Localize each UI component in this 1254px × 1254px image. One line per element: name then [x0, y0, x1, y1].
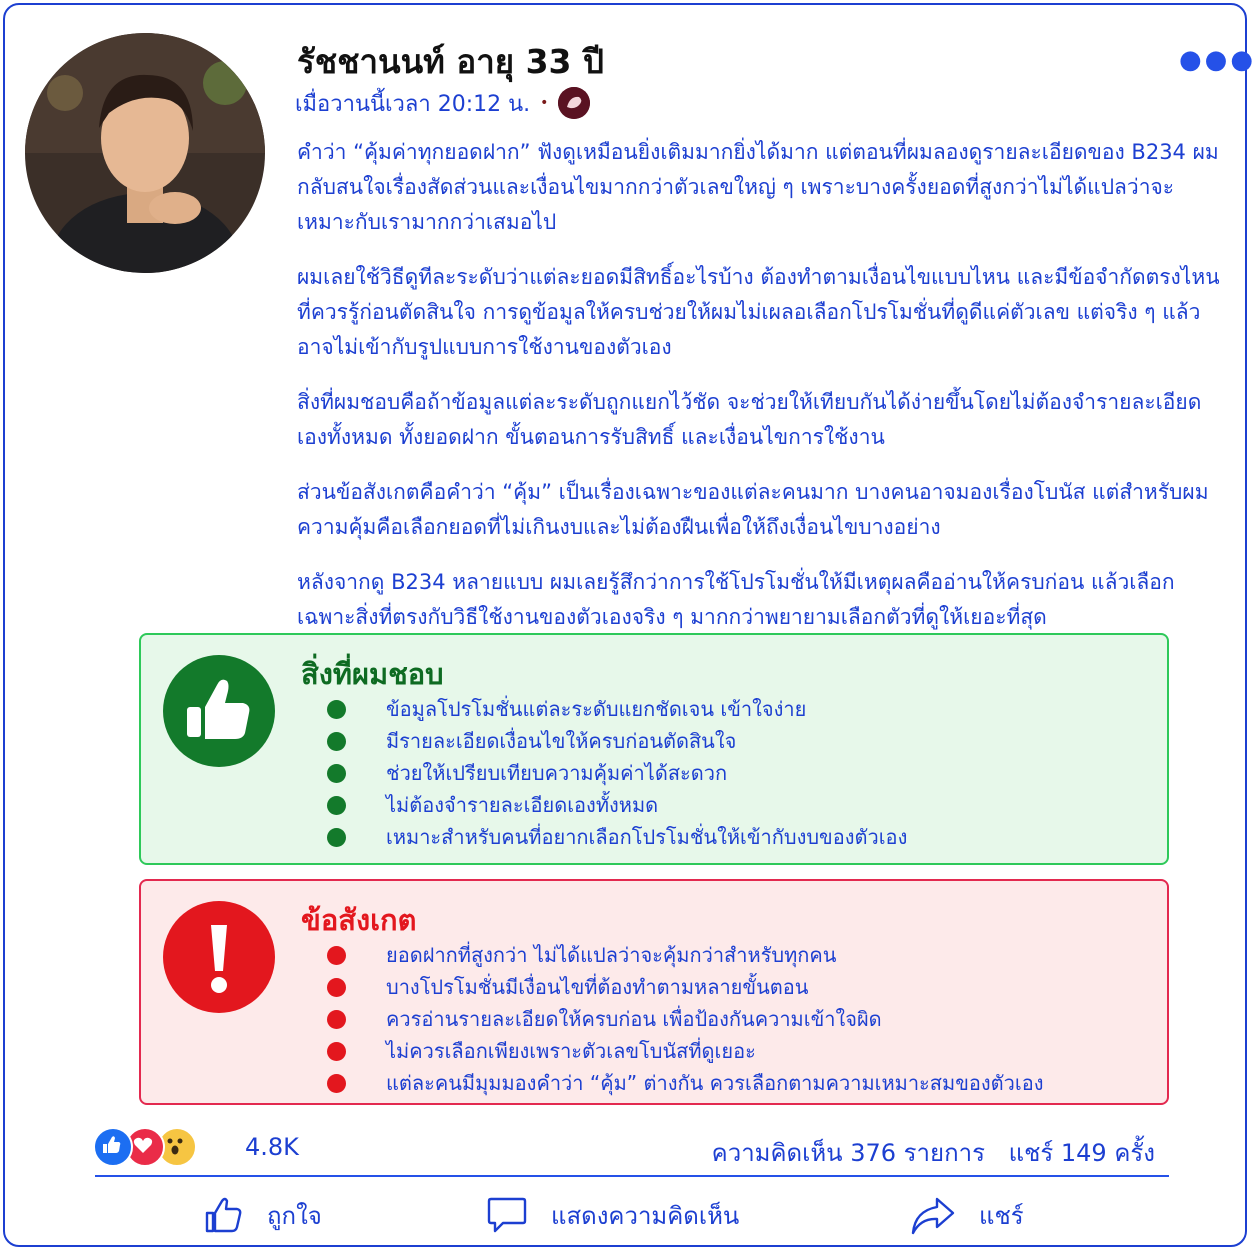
comment-label: แสดงความคิดเห็น — [551, 1201, 740, 1230]
post-body: คำว่า “คุ้มค่าทุกยอดฝาก” ฟังดูเหมือนยิ่ง… — [297, 135, 1225, 655]
comment-count[interactable]: ความคิดเห็น 376 รายการ — [712, 1139, 985, 1167]
exclamation-icon — [163, 901, 275, 1013]
red-bullet-icon — [327, 977, 346, 997]
likes-box-title: สิ่งที่ผมชอบ — [301, 657, 444, 691]
list-item: ไม่ต้องจำรายละเอียดเองทั้งหมด — [327, 789, 907, 821]
list-item: ควรอ่านรายละเอียดให้ครบก่อน เพื่อป้องกัน… — [327, 1003, 1043, 1035]
likes-list: ข้อมูลโปรโมชั่นแต่ละระดับแยกชัดเจน เข้าใ… — [327, 693, 907, 853]
notes-box-title: ข้อสังเกต — [301, 903, 417, 937]
post-paragraph: ส่วนข้อสังเกตคือคำว่า “คุ้ม” เป็นเรื่องเ… — [297, 480, 1209, 539]
list-item-text: ยอดฝากที่สูงกว่า ไม่ได้แปลว่าจะคุ้มกว่าส… — [386, 943, 837, 967]
list-item-text: มีรายละเอียดเงื่อนไขให้ครบก่อนตัดสินใจ — [386, 729, 737, 753]
list-item: ช่วยให้เปรียบเทียบความคุ้มค่าได้สะดวก — [327, 757, 907, 789]
share-count[interactable]: แชร์ 149 ครั้ง — [1009, 1139, 1155, 1167]
comment-button[interactable]: แสดงความคิดเห็น — [485, 1193, 739, 1237]
post-stats: ความคิดเห็น 376 รายการ แชร์ 149 ครั้ง — [696, 1133, 1155, 1172]
notes-list: ยอดฝากที่สูงกว่า ไม่ได้แปลว่าจะคุ้มกว่าส… — [327, 939, 1043, 1099]
likes-box: สิ่งที่ผมชอบ ข้อมูลโปรโมชั่นแต่ละระดับแย… — [139, 633, 1169, 865]
check-bullet-icon — [327, 731, 346, 751]
share-button[interactable]: แชร์ — [909, 1193, 1024, 1237]
thumbs-up-icon — [205, 1197, 242, 1233]
divider — [95, 1175, 1169, 1177]
author-name[interactable]: รัชชานนท์ อายุ 33 ปี — [297, 35, 604, 88]
share-label: แชร์ — [979, 1201, 1024, 1230]
thumbs-up-icon — [163, 655, 275, 767]
list-item: บางโปรโมชั่นมีเงื่อนไขที่ต้องทำตามหลายขั… — [327, 971, 1043, 1003]
meta-separator: • — [540, 95, 549, 111]
list-item-text: ช่วยให้เปรียบเทียบความคุ้มค่าได้สะดวก — [386, 761, 728, 785]
share-icon — [911, 1197, 955, 1235]
comment-icon — [487, 1197, 527, 1233]
check-bullet-icon — [327, 763, 346, 783]
list-item: ไม่ควรเลือกเพียงเพราะตัวเลขโบนัสที่ดูเยอ… — [327, 1035, 1043, 1067]
check-bullet-icon — [327, 699, 346, 719]
list-item-text: เหมาะสำหรับคนที่อยากเลือกโปรโมชั่นให้เข้… — [386, 825, 908, 849]
like-reaction-icon — [93, 1127, 133, 1167]
list-item-text: ควรอ่านรายละเอียดให้ครบก่อน เพื่อป้องกัน… — [386, 1007, 882, 1031]
list-item-text: บางโปรโมชั่นมีเงื่อนไขที่ต้องทำตามหลายขั… — [386, 975, 809, 999]
avatar[interactable] — [25, 33, 265, 273]
list-item: แต่ละคนมีมุมมองคำว่า “คุ้ม” ต่างกัน ควรเ… — [327, 1067, 1043, 1099]
post-timestamp[interactable]: เมื่อวานนี้เวลา 20:12 น. — [295, 86, 530, 121]
post-meta: เมื่อวานนี้เวลา 20:12 น. • — [295, 86, 591, 121]
notes-box: ข้อสังเกต ยอดฝากที่สูงกว่า ไม่ได้แปลว่าจ… — [139, 879, 1169, 1105]
reaction-count[interactable]: 4.8K — [245, 1133, 299, 1161]
post-paragraph: หลังจากดู B234 หลายแบบ ผมเลยรู้สึกว่าการ… — [297, 570, 1175, 629]
list-item-text: ไม่ต้องจำรายละเอียดเองทั้งหมด — [386, 793, 659, 817]
red-bullet-icon — [327, 945, 346, 965]
like-button[interactable]: ถูกใจ — [201, 1193, 322, 1237]
list-item: เหมาะสำหรับคนที่อยากเลือกโปรโมชั่นให้เข้… — [327, 821, 907, 853]
more-dots-icon[interactable]: ●●● — [1179, 45, 1254, 75]
post-paragraph: คำว่า “คุ้มค่าทุกยอดฝาก” ฟังดูเหมือนยิ่ง… — [297, 140, 1219, 234]
list-item-text: ข้อมูลโปรโมชั่นแต่ละระดับแยกชัดเจน เข้าใ… — [386, 697, 807, 721]
red-bullet-icon — [327, 1073, 346, 1093]
list-item-text: แต่ละคนมีมุมมองคำว่า “คุ้ม” ต่างกัน ควรเ… — [386, 1071, 1044, 1095]
list-item-text: ไม่ควรเลือกเพียงเพราะตัวเลขโบนัสที่ดูเยอ… — [386, 1039, 756, 1063]
reaction-icons[interactable] — [93, 1127, 197, 1167]
post-paragraph: สิ่งที่ผมชอบคือถ้าข้อมูลแต่ละระดับถูกแยก… — [297, 390, 1202, 449]
check-bullet-icon — [327, 827, 346, 847]
list-item: ข้อมูลโปรโมชั่นแต่ละระดับแยกชัดเจน เข้าใ… — [327, 693, 907, 725]
check-bullet-icon — [327, 795, 346, 815]
post-paragraph: ผมเลยใช้วิธีดูทีละระดับว่าแต่ละยอดมีสิทธ… — [297, 265, 1220, 359]
like-label: ถูกใจ — [267, 1201, 322, 1230]
list-item: มีรายละเอียดเงื่อนไขให้ครบก่อนตัดสินใจ — [327, 725, 907, 757]
red-bullet-icon — [327, 1041, 346, 1061]
privacy-icon[interactable] — [558, 87, 591, 119]
list-item: ยอดฝากที่สูงกว่า ไม่ได้แปลว่าจะคุ้มกว่าส… — [327, 939, 1043, 971]
post-card: รัชชานนท์ อายุ 33 ปี เมื่อวานนี้เวลา 20:… — [3, 3, 1253, 1247]
red-bullet-icon — [327, 1009, 346, 1029]
